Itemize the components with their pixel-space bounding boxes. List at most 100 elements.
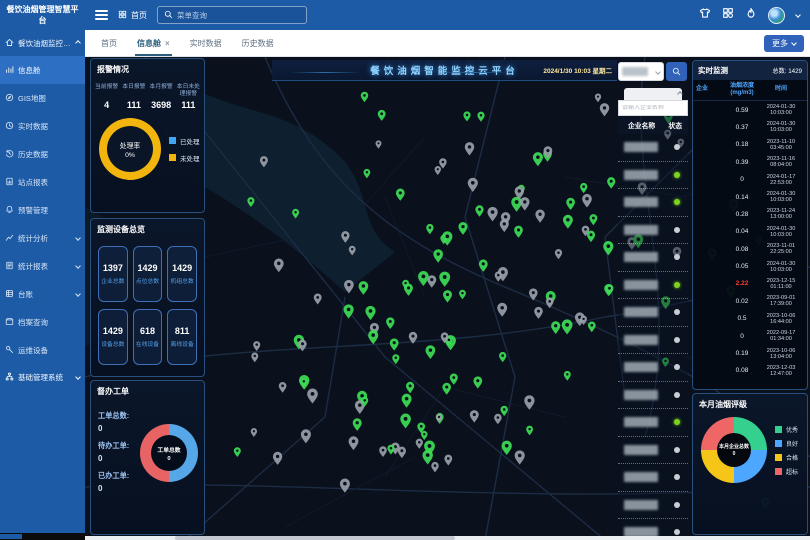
company-select-dropdown[interactable] bbox=[618, 62, 664, 81]
realtime-row[interactable]: 0.022023-09-01 17:39:00 bbox=[693, 293, 807, 310]
sidebar-item-统计分析[interactable]: 统计分析 bbox=[0, 224, 85, 252]
realtime-title: 实时监测 bbox=[698, 65, 728, 76]
realtime-row[interactable]: 0.082023-11-01 22:25:00 bbox=[693, 241, 807, 258]
menu-search-box[interactable] bbox=[157, 6, 307, 24]
realtime-row[interactable]: 0.282023-11-24 13:00:00 bbox=[693, 206, 807, 223]
device-stat-点位总数[interactable]: 1429点位总数 bbox=[133, 246, 163, 302]
chevron-up-icon bbox=[75, 40, 81, 46]
device-stat-在线设备[interactable]: 618在线设备 bbox=[133, 309, 163, 365]
sidebar-item-label: 档案查询 bbox=[18, 317, 80, 328]
tab-close-icon[interactable]: × bbox=[165, 39, 170, 48]
apps-icon[interactable] bbox=[722, 6, 734, 24]
company-list-item[interactable] bbox=[618, 299, 688, 327]
search-button[interactable] bbox=[666, 62, 687, 81]
rating-panel: 本月油烟评级 本月企业总数 0 优秀良好合格超标 bbox=[692, 393, 808, 535]
menu-search-input[interactable] bbox=[177, 11, 300, 20]
realtime-row[interactable]: 0.182023-11-10 03:45:00 bbox=[693, 136, 807, 153]
more-button[interactable]: 更多 bbox=[764, 35, 804, 52]
skin-icon[interactable] bbox=[699, 6, 711, 24]
flame-icon[interactable] bbox=[745, 6, 757, 24]
company-name-redacted bbox=[624, 142, 658, 152]
rating-body: 本月企业总数 0 优秀良好合格超标 bbox=[693, 413, 807, 483]
sidebar-item-档案查询[interactable]: 档案查询 bbox=[0, 308, 85, 336]
workorder-donut[interactable]: 工单总数 0 bbox=[140, 424, 198, 482]
company-list-item[interactable] bbox=[618, 464, 688, 492]
realtime-row[interactable]: 0.142024-01-30 10:03:00 bbox=[693, 188, 807, 205]
realtime-row[interactable]: 0.082023-12-03 12:47:00 bbox=[693, 362, 807, 379]
sidebar-item-台账[interactable]: 台账 bbox=[0, 280, 85, 308]
avatar[interactable] bbox=[768, 7, 785, 24]
company-list-item[interactable] bbox=[618, 162, 688, 190]
device-stat-离线设备[interactable]: 811离线设备 bbox=[167, 309, 197, 365]
realtime-row[interactable]: 02022-09-17 01:34:00 bbox=[693, 327, 807, 344]
workorder-donut-label: 工单总数 bbox=[157, 445, 180, 454]
workorder-list: 工单总数:0待办工单:0已办工单:0 bbox=[98, 406, 140, 493]
realtime-row[interactable]: 0.392023-11-16 08:04:00 bbox=[693, 154, 807, 171]
realtime-row[interactable]: 0.592024-01-30 10:03:00 bbox=[693, 101, 807, 118]
company-name-redacted bbox=[624, 445, 658, 455]
company-list-item[interactable] bbox=[618, 217, 688, 245]
company-list-item[interactable] bbox=[618, 437, 688, 465]
sidebar-item-信息舱[interactable]: 信息舱 bbox=[0, 56, 85, 84]
realtime-row[interactable]: 0.042024-01-30 10:03:00 bbox=[693, 223, 807, 240]
realtime-row[interactable]: 0.52023-10-06 16:44:00 bbox=[693, 310, 807, 327]
device-stat-企业总数[interactable]: 1397企业总数 bbox=[98, 246, 128, 302]
device-stat-label: 设备总数 bbox=[101, 339, 124, 348]
realtime-row[interactable]: 02024-01-17 22:53:00 bbox=[693, 171, 807, 188]
tab-实时数据[interactable]: 实时数据 bbox=[180, 30, 232, 56]
device-stat-设备总数[interactable]: 1429设备总数 bbox=[98, 309, 128, 365]
workorder-label: 待办工单: bbox=[98, 441, 140, 451]
tab-历史数据[interactable]: 历史数据 bbox=[232, 30, 284, 56]
company-list-item[interactable] bbox=[618, 492, 688, 520]
realtime-row[interactable]: 0.192023-10-06 13:04:00 bbox=[693, 345, 807, 362]
chevron-down-icon bbox=[655, 69, 661, 75]
sidebar-section-基础管理系统[interactable]: 基础管理系统 bbox=[0, 364, 85, 390]
realtime-rows: 0.592024-01-30 10:03:000.372024-01-30 10… bbox=[693, 101, 807, 379]
company-name-input[interactable] bbox=[622, 105, 684, 111]
alarm-stat-label: 本日未处理报警 bbox=[175, 84, 202, 98]
company-name-redacted bbox=[624, 417, 658, 427]
sidebar-item-实时数据[interactable]: 实时数据 bbox=[0, 112, 85, 140]
workorder-label: 已办工单: bbox=[98, 471, 140, 481]
company-list-item[interactable] bbox=[618, 189, 688, 217]
sidebar-item-运维设备[interactable]: 运维设备 bbox=[0, 336, 85, 364]
company-list-item[interactable] bbox=[618, 327, 688, 355]
tab-信息舱[interactable]: 信息舱× bbox=[127, 30, 180, 56]
sidebar-item-预警管理[interactable]: 预警管理 bbox=[0, 196, 85, 224]
scrollbar-thumb[interactable] bbox=[175, 536, 455, 540]
company-list-item[interactable] bbox=[618, 354, 688, 382]
horizontal-scrollbar[interactable] bbox=[85, 536, 810, 540]
sidebar-item-历史数据[interactable]: 历史数据 bbox=[0, 140, 85, 168]
sidebar-item-label: 基础管理系统 bbox=[18, 372, 72, 383]
realtime-row[interactable]: 2.222023-12-15 01:11:00 bbox=[693, 275, 807, 292]
legend-swatch bbox=[775, 468, 782, 475]
status-dot-offline bbox=[674, 392, 680, 398]
company-name-search[interactable] bbox=[618, 100, 688, 116]
concentration-value: 0.59 bbox=[726, 107, 758, 114]
tab-首页[interactable]: 首页 bbox=[91, 30, 127, 56]
collapse-bar[interactable] bbox=[624, 88, 682, 100]
rating-donut[interactable]: 本月企业总数 0 bbox=[701, 417, 767, 483]
sidebar-item-站点报表[interactable]: 站点报表 bbox=[0, 168, 85, 196]
realtime-row[interactable]: 0.372024-01-30 10:03:00 bbox=[693, 119, 807, 136]
sidebar-section-餐饮油烟监控管理系统[interactable]: 餐饮油烟监控管理系统 bbox=[0, 30, 85, 56]
processing-rate-donut[interactable]: 处理率 0% bbox=[99, 118, 161, 180]
sidebar-item-GIS地图[interactable]: GIS地图 bbox=[0, 84, 85, 112]
company-list-item[interactable] bbox=[618, 134, 688, 162]
concentration-value: 0.02 bbox=[726, 298, 758, 305]
company-list-item[interactable] bbox=[618, 272, 688, 300]
processing-rate-value: 0% bbox=[125, 152, 135, 159]
chevron-down-icon[interactable] bbox=[795, 12, 801, 18]
nav-home-link[interactable]: 首页 bbox=[118, 10, 147, 21]
sidebar-scroll-nub[interactable] bbox=[0, 534, 22, 539]
company-list-item[interactable] bbox=[618, 409, 688, 437]
hamburger-menu-icon[interactable] bbox=[95, 10, 108, 20]
alarm-stat: 本日报警111 bbox=[120, 84, 147, 110]
company-list-item[interactable] bbox=[618, 244, 688, 272]
device-stat-机组总数[interactable]: 1429机组总数 bbox=[167, 246, 197, 302]
realtime-row[interactable]: 0.052024-01-30 10:03:00 bbox=[693, 258, 807, 275]
concentration-value: 0.19 bbox=[726, 350, 758, 357]
sidebar-item-统计报表[interactable]: 统计报表 bbox=[0, 252, 85, 280]
company-list-item[interactable] bbox=[618, 382, 688, 410]
alarm-stat-value: 111 bbox=[120, 100, 147, 110]
